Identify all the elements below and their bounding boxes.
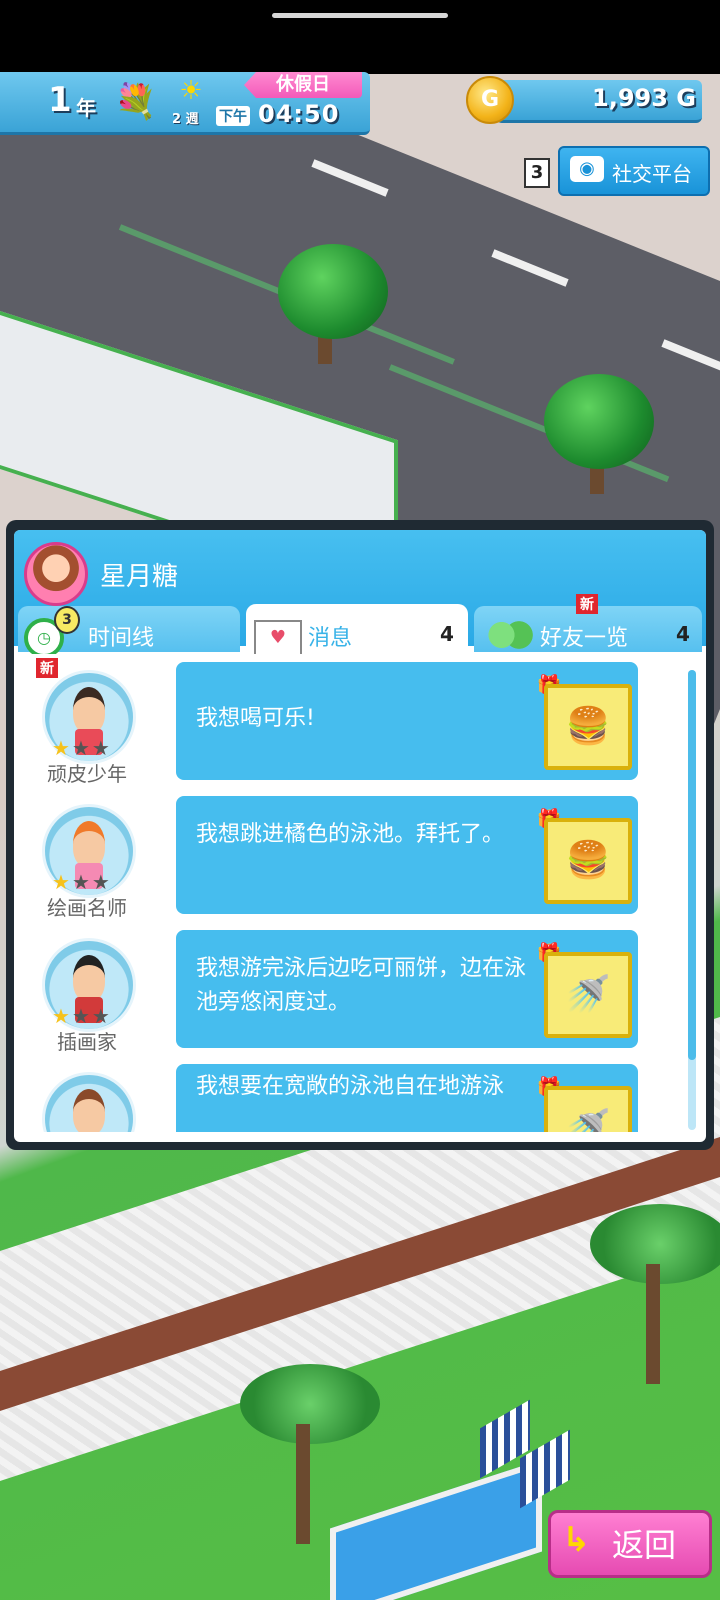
money-amount: 1,993 G (592, 84, 696, 112)
back-button-label: 返回 (612, 1526, 677, 1564)
avatar-face (73, 821, 105, 867)
rating-stars: ★★★ (52, 1004, 112, 1028)
character-name: 绘画名师 (47, 896, 127, 920)
tree (278, 244, 388, 339)
tree (544, 374, 654, 469)
tab-messages-label: 消息 (308, 626, 353, 651)
avatar-face (73, 687, 105, 733)
avatar-face (73, 955, 105, 1001)
tab-friends-label: 好友一览 (540, 626, 629, 651)
message-bubble[interactable]: 我想要在宽敞的泳池自在地游泳 🎁 🚿 (176, 1064, 638, 1132)
star-on-icon: ★ (52, 736, 72, 760)
avatar-face (73, 1089, 105, 1132)
message-text: 我想要在宽敞的泳池自在地游泳 (196, 1074, 505, 1099)
character-avatar[interactable] (42, 1072, 136, 1132)
burger-icon[interactable]: 🍔 (544, 818, 632, 904)
year-unit: 年 (76, 96, 96, 120)
message-row[interactable]: 我想要在宽敞的泳池自在地游泳 🎁 🚿 (14, 1056, 706, 1132)
return-arrow-icon: ↳ (562, 1520, 591, 1560)
camera-icon: ◉ (570, 156, 604, 182)
message-bubble[interactable]: 我想跳进橘色的泳池。拜托了。 🎁 🍔 (176, 796, 638, 914)
message-row[interactable]: 新 ★★★ 顽皮少年 我想喝可乐! 🎁 🍔 (14, 654, 706, 788)
message-text: 我想跳进橘色的泳池。拜托了。 (196, 822, 505, 847)
friends-count: 4 (676, 622, 690, 646)
pool (330, 1459, 542, 1600)
mail-icon: ♥ (254, 620, 302, 656)
message-bubble[interactable]: 我想喝可乐! 🎁 🍔 (176, 662, 638, 780)
coin-icon: G (466, 76, 514, 124)
shower-icon[interactable]: 🚿 (544, 952, 632, 1038)
status-bar (0, 0, 720, 74)
social-notification-count: 3 (524, 158, 550, 188)
star-on-icon: ★ (52, 1004, 72, 1028)
timeline-badge: 3 (54, 606, 80, 634)
star-off-icon: ★★ (71, 1004, 112, 1028)
status-bar-pill (272, 13, 448, 18)
star-off-icon: ★★ (71, 736, 112, 760)
scrollbar-thumb[interactable] (688, 670, 696, 1060)
character-name: 顽皮少年 (47, 762, 127, 786)
character-name: 插画家 (57, 1030, 117, 1054)
profile-avatar[interactable] (24, 542, 88, 606)
friends-icon (484, 618, 534, 652)
rating-stars: ★★★ (52, 736, 112, 760)
message-text: 我想喝可乐! (196, 706, 315, 731)
new-tag: 新 (36, 658, 58, 678)
shower-icon[interactable]: 🚿 (544, 1086, 632, 1132)
star-on-icon: ★ (52, 870, 72, 894)
holiday-badge: 休假日 (244, 72, 362, 98)
message-list[interactable]: 新 ★★★ 顽皮少年 我想喝可乐! 🎁 🍔 ★★★ 绘画名师 我想跳进橘色的泳池… (14, 654, 706, 1132)
new-tag: 新 (576, 594, 598, 614)
message-bubble[interactable]: 我想游完泳后边吃可丽饼，边在泳池旁悠闲度过。 🎁 🚿 (176, 930, 638, 1048)
clock-time: 04:50 (258, 100, 340, 128)
sun-icon: ☀ (179, 76, 203, 106)
messages-count: 4 (440, 622, 454, 646)
star-off-icon: ★★ (71, 870, 112, 894)
week-label: 2 週 (172, 112, 199, 127)
message-row[interactable]: ★★★ 绘画名师 我想跳进橘色的泳池。拜托了。 🎁 🍔 (14, 788, 706, 922)
flower-icon: 💐 (114, 82, 158, 122)
social-platform-label: 社交平台 (612, 162, 692, 186)
message-row[interactable]: ★★★ 插画家 我想游完泳后边吃可丽饼，边在泳池旁悠闲度过。 🎁 🚿 (14, 922, 706, 1056)
burger-icon[interactable]: 🍔 (544, 684, 632, 770)
year-number: 1 (48, 80, 72, 120)
profile-name: 星月糖 (100, 562, 179, 592)
palm-tree (240, 1364, 380, 1444)
ampm-label: 下午 (216, 106, 250, 126)
palm-trunk (296, 1424, 310, 1544)
palm-trunk (646, 1264, 660, 1384)
tab-timeline-label: 时间线 (88, 626, 155, 651)
message-text: 我想游完泳后边吃可丽饼，边在泳池旁悠闲度过。 (196, 956, 527, 1015)
rating-stars: ★★★ (52, 870, 112, 894)
